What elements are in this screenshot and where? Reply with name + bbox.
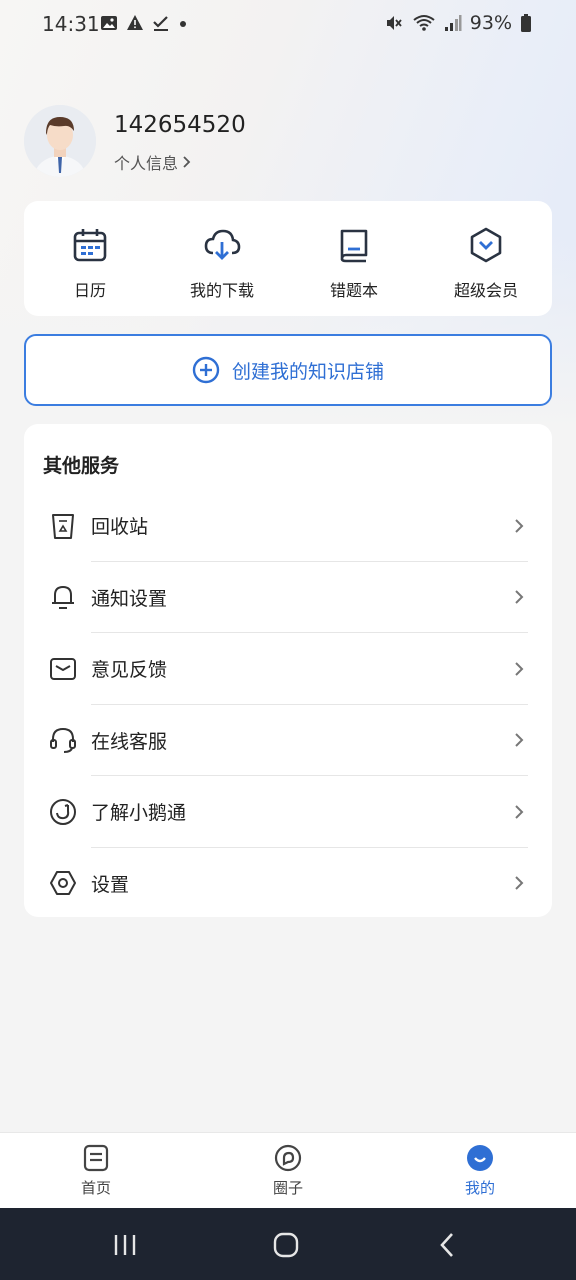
chevron-right-icon xyxy=(515,876,524,890)
quick-action-label: 错题本 xyxy=(329,281,378,300)
plus-circle-icon xyxy=(192,356,220,384)
image-icon xyxy=(101,16,117,30)
recent-apps-button[interactable] xyxy=(110,1230,140,1260)
settings-icon xyxy=(48,868,78,898)
chevron-right-icon xyxy=(515,805,524,819)
tab-circle[interactable]: 圈子 xyxy=(192,1133,384,1208)
notebook-icon xyxy=(334,225,374,265)
service-label: 了解小鹅通 xyxy=(91,802,187,825)
mail-icon xyxy=(48,654,78,684)
quick-action-super-vip[interactable]: 超级会员 xyxy=(420,201,552,316)
quick-action-downloads[interactable]: 我的下载 xyxy=(156,201,288,316)
headset-icon xyxy=(48,725,78,755)
service-item-recycle-bin[interactable]: 回收站 xyxy=(24,490,552,562)
create-shop-label: 创建我的知识店铺 xyxy=(231,360,384,383)
chevron-right-icon xyxy=(515,519,524,533)
service-label: 在线客服 xyxy=(91,730,168,753)
tab-label: 首页 xyxy=(80,1179,111,1197)
service-item-about-xiaoe[interactable]: 了解小鹅通 xyxy=(24,776,552,848)
personal-info-label: 个人信息 xyxy=(114,154,179,173)
brand-icon xyxy=(48,797,78,827)
quick-actions-card: 日历 我的下载 错题本 超级会员 xyxy=(24,201,552,316)
status-time: 14:31 xyxy=(42,12,100,36)
warning-icon xyxy=(127,15,143,30)
service-label: 设置 xyxy=(91,873,130,896)
quick-action-calendar[interactable]: 日历 xyxy=(24,201,156,316)
status-notification-icons xyxy=(100,14,188,32)
service-label: 回收站 xyxy=(91,516,149,539)
service-list: 回收站 通知设置 意见反馈 在线客服 了解小鹅通 设置 xyxy=(24,490,552,919)
back-button[interactable] xyxy=(433,1230,463,1260)
quick-action-label: 超级会员 xyxy=(453,281,518,300)
profile-icon xyxy=(465,1143,495,1173)
service-label: 意见反馈 xyxy=(91,659,168,682)
service-item-notification-settings[interactable]: 通知设置 xyxy=(24,562,552,633)
recycle-icon xyxy=(48,511,78,541)
service-label: 通知设置 xyxy=(91,587,168,610)
wifi-icon xyxy=(413,15,435,31)
mute-icon xyxy=(386,16,402,30)
home-doc-icon xyxy=(81,1143,111,1173)
check-icon xyxy=(153,16,168,31)
create-shop-button[interactable]: 创建我的知识店铺 xyxy=(24,334,552,406)
calendar-icon xyxy=(70,225,110,265)
back-icon xyxy=(440,1233,453,1257)
system-navigation-bar xyxy=(0,1208,576,1280)
download-icon xyxy=(202,225,242,265)
status-system-icons: 93% xyxy=(384,12,532,34)
tab-label: 圈子 xyxy=(272,1179,303,1197)
home-icon xyxy=(273,1232,299,1258)
quick-action-label: 我的下载 xyxy=(189,281,254,300)
home-button[interactable] xyxy=(271,1230,301,1260)
bell-icon xyxy=(48,582,78,612)
user-id: 142654520 xyxy=(114,112,246,138)
chevron-right-icon xyxy=(183,156,191,168)
tab-mine[interactable]: 我的 xyxy=(384,1133,576,1208)
chevron-right-icon xyxy=(515,590,524,604)
vip-icon xyxy=(466,225,506,265)
avatar[interactable] xyxy=(24,105,96,177)
bottom-tab-bar: 首页 圈子 我的 xyxy=(0,1132,576,1208)
battery-icon xyxy=(521,14,531,32)
personal-info-link[interactable]: 个人信息 xyxy=(114,150,192,174)
services-title: 其他服务 xyxy=(43,455,120,477)
service-item-feedback[interactable]: 意见反馈 xyxy=(24,633,552,705)
signal-icon xyxy=(444,15,462,31)
tab-label: 我的 xyxy=(464,1179,495,1197)
circle-icon xyxy=(273,1143,303,1173)
quick-action-mistake-book[interactable]: 错题本 xyxy=(288,201,420,316)
battery-percent: 93% xyxy=(469,12,512,34)
status-bar: 14:31 93% xyxy=(0,0,576,50)
recent-apps-icon xyxy=(114,1235,136,1255)
chevron-right-icon xyxy=(515,662,524,676)
chevron-right-icon xyxy=(515,733,524,747)
quick-action-label: 日历 xyxy=(73,281,106,300)
other-services-card: 其他服务 回收站 通知设置 意见反馈 在线客服 了解小鹅通 设置 xyxy=(24,424,552,917)
service-item-settings[interactable]: 设置 xyxy=(24,848,552,920)
tab-home[interactable]: 首页 xyxy=(0,1133,192,1208)
avatar-illustration-icon xyxy=(24,105,96,177)
service-item-online-support[interactable]: 在线客服 xyxy=(24,705,552,776)
dot-icon xyxy=(180,21,186,27)
